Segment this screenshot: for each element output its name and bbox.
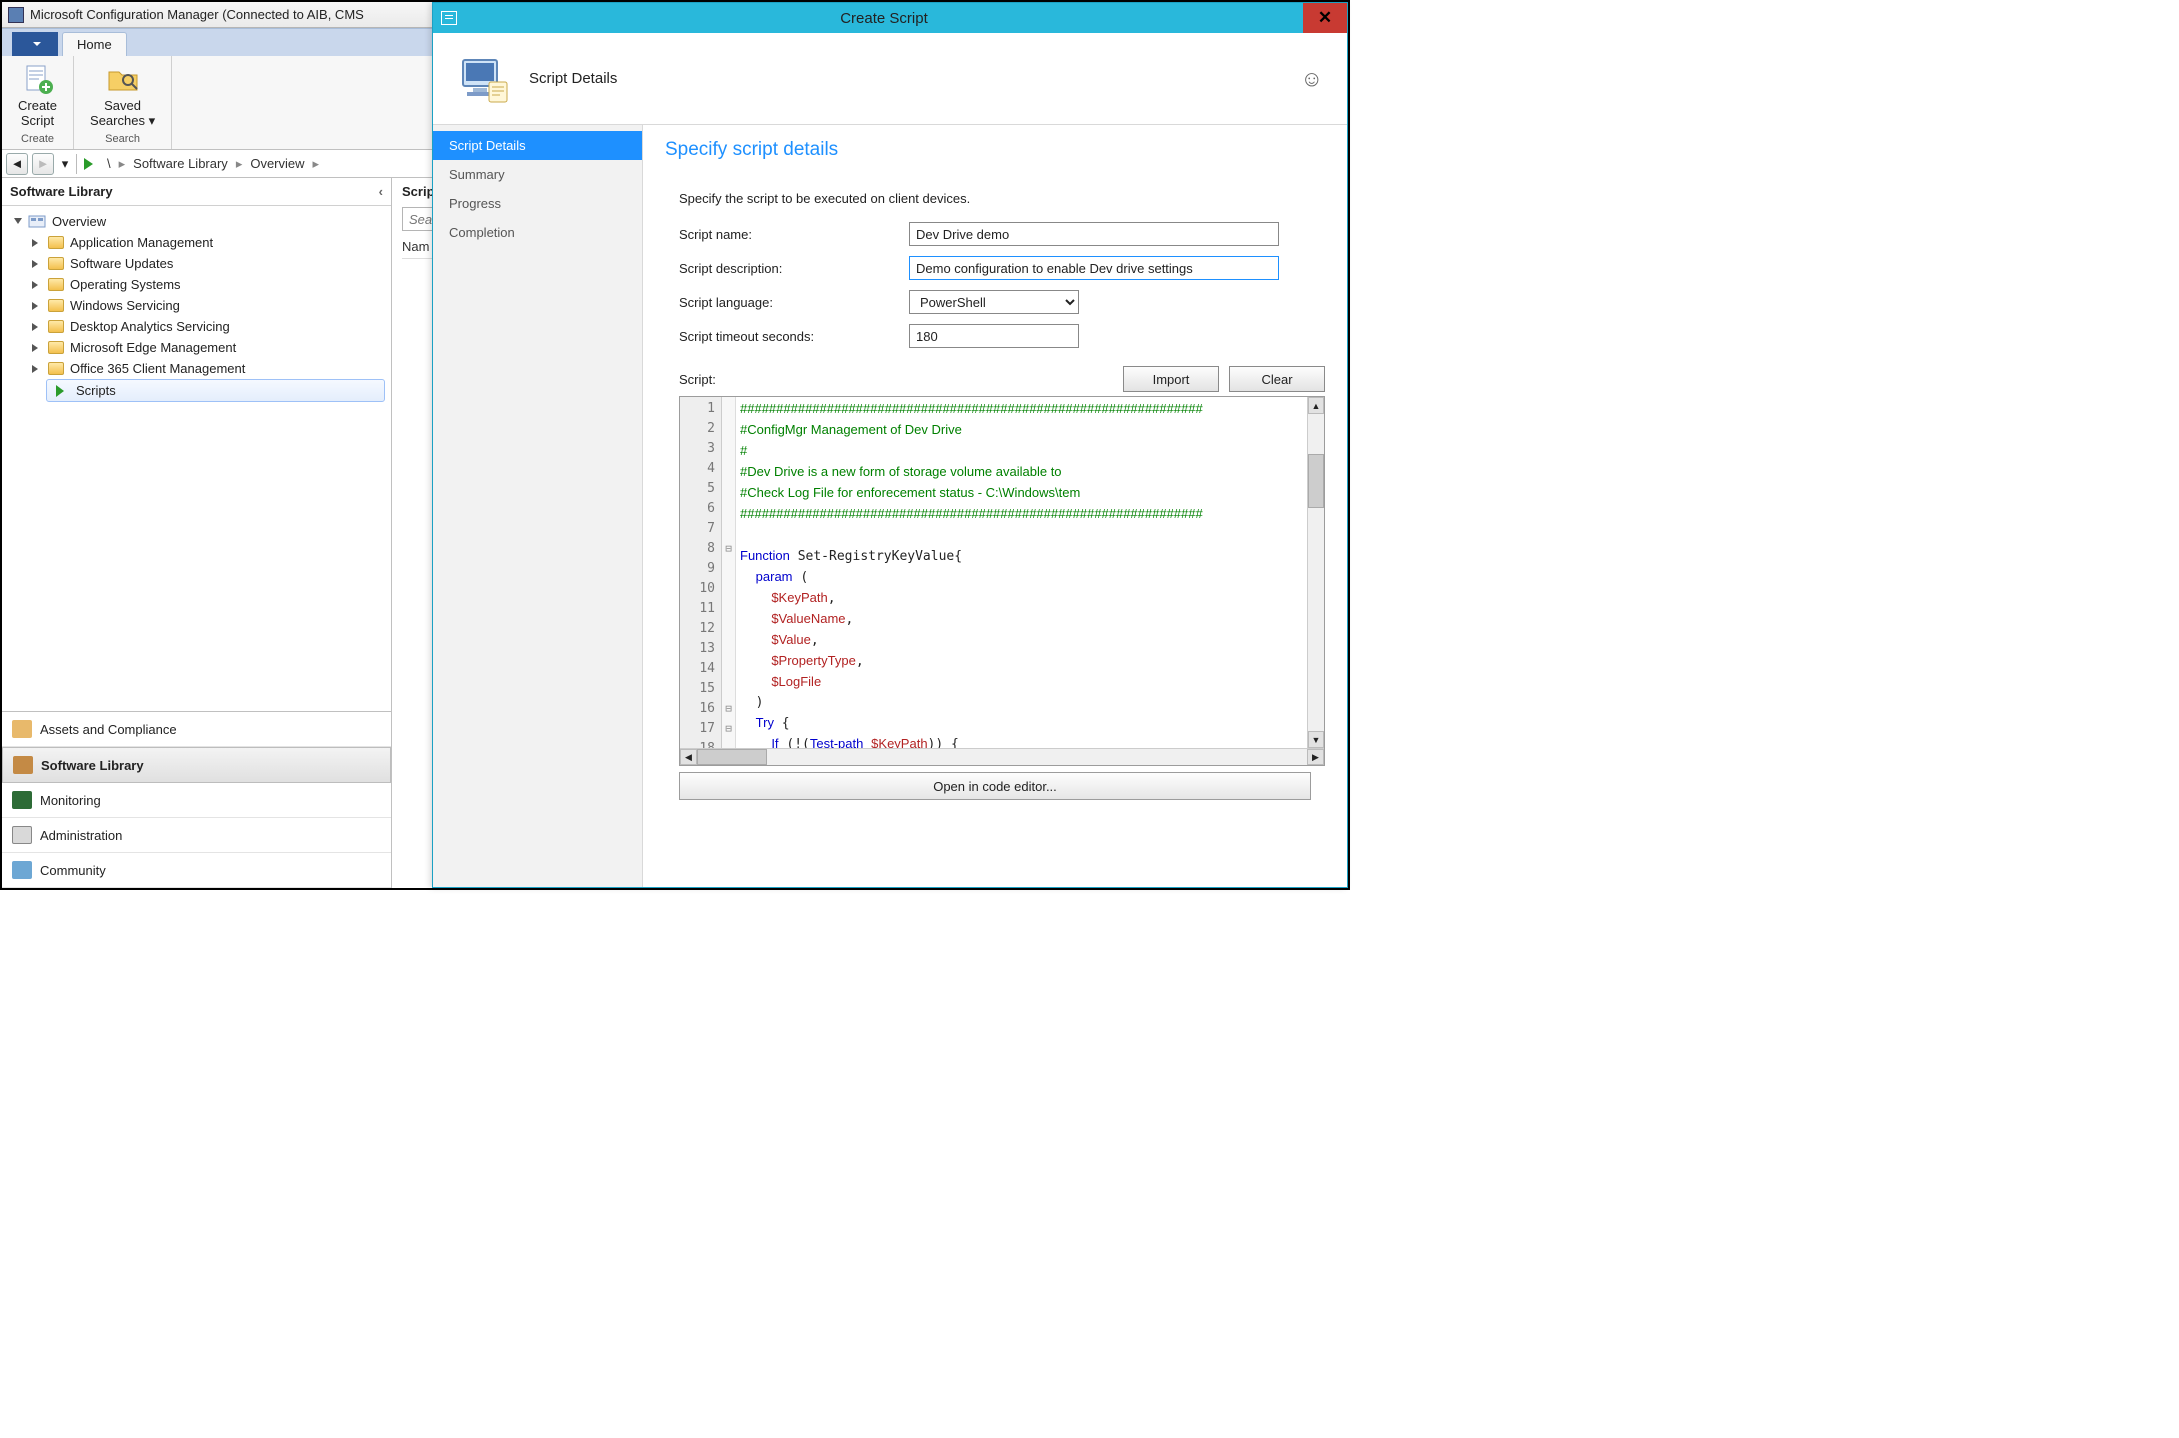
scroll-thumb[interactable]	[697, 749, 767, 765]
assets-icon	[12, 720, 32, 738]
nav-forward-button[interactable]: ►	[32, 153, 54, 175]
wizard-page: Specify script details Specify the scrip…	[643, 125, 1347, 887]
wizard-steps: Script Details Summary Progress Completi…	[433, 125, 643, 887]
create-script-button[interactable]: Create Script	[12, 60, 63, 130]
tree-header: Software Library‹	[2, 178, 391, 206]
script-timeout-input[interactable]	[909, 324, 1079, 348]
tree-application-management[interactable]: Application Management	[2, 232, 391, 253]
editor-gutter: 123456789101112131415161718	[680, 397, 722, 748]
ws-software-library[interactable]: Software Library	[2, 747, 391, 783]
tree-overview[interactable]: Overview	[2, 210, 391, 232]
page-note: Specify the script to be executed on cli…	[679, 191, 1325, 206]
computer-script-icon	[457, 52, 511, 106]
ribbon-group-search: Search	[105, 133, 140, 145]
step-completion[interactable]: Completion	[433, 218, 642, 247]
editor-code[interactable]: ########################################…	[736, 397, 1307, 748]
close-button[interactable]: ✕	[1303, 3, 1347, 33]
nav-tree[interactable]: Overview Application Management Software…	[2, 206, 391, 711]
script-editor[interactable]: 123456789101112131415161718 ⊟⊟⊟ ########…	[679, 396, 1325, 766]
collapse-pane-icon[interactable]: ‹	[379, 184, 383, 199]
ws-administration[interactable]: Administration	[2, 818, 391, 853]
scroll-up-icon[interactable]: ▲	[1308, 397, 1324, 414]
script-name-input[interactable]	[909, 222, 1279, 246]
nav-back-button[interactable]: ◄	[6, 153, 28, 175]
tree-windows-servicing[interactable]: Windows Servicing	[2, 295, 391, 316]
crumb-root[interactable]: \	[103, 156, 115, 171]
crumb-overview[interactable]: Overview	[246, 156, 308, 171]
folder-icon	[48, 278, 64, 291]
feedback-icon[interactable]: ☺	[1301, 66, 1323, 92]
scripts-glyph-icon	[56, 385, 70, 397]
library-icon	[13, 756, 33, 774]
tree-software-updates[interactable]: Software Updates	[2, 253, 391, 274]
label-script: Script:	[679, 372, 716, 387]
script-new-icon	[21, 62, 55, 96]
nav-history-button[interactable]: ▾	[58, 153, 72, 175]
scroll-down-icon[interactable]: ▼	[1308, 731, 1324, 748]
page-title: Specify script details	[665, 139, 1325, 161]
ws-monitoring[interactable]: Monitoring	[2, 783, 391, 818]
tree-desktop-analytics[interactable]: Desktop Analytics Servicing	[2, 316, 391, 337]
overview-icon	[28, 213, 46, 229]
editor-fold-column[interactable]: ⊟⊟⊟	[722, 397, 736, 748]
tree-operating-systems[interactable]: Operating Systems	[2, 274, 391, 295]
dialog-title: Create Script	[465, 10, 1303, 27]
scroll-left-icon[interactable]: ◀	[680, 749, 697, 765]
editor-vscrollbar[interactable]: ▲ ▼	[1307, 397, 1324, 748]
tree-edge-management[interactable]: Microsoft Edge Management	[2, 337, 391, 358]
scroll-thumb[interactable]	[1308, 454, 1324, 508]
folder-icon	[48, 362, 64, 375]
tree-scripts[interactable]: Scripts	[46, 379, 385, 402]
workspace-switcher: Assets and Compliance Software Library M…	[2, 711, 391, 888]
dialog-header-text: Script Details	[529, 70, 617, 87]
label-script-timeout: Script timeout seconds:	[679, 329, 909, 344]
editor-hscrollbar[interactable]: ◀ ▶	[680, 748, 1324, 765]
import-button[interactable]: Import	[1123, 366, 1219, 392]
ws-community[interactable]: Community	[2, 853, 391, 888]
community-icon	[12, 861, 32, 879]
app-title: Microsoft Configuration Manager (Connect…	[30, 7, 364, 22]
open-code-editor-button[interactable]: Open in code editor...	[679, 772, 1311, 800]
scripts-glyph-icon	[84, 158, 99, 170]
step-summary[interactable]: Summary	[433, 160, 642, 189]
script-description-input[interactable]	[909, 256, 1279, 280]
app-icon	[8, 7, 24, 23]
folder-search-icon	[106, 62, 140, 96]
system-menu-icon[interactable]	[441, 11, 457, 25]
folder-icon	[48, 341, 64, 354]
dialog-header: Script Details ☺	[433, 33, 1347, 125]
ws-assets-compliance[interactable]: Assets and Compliance	[2, 712, 391, 747]
folder-icon	[48, 257, 64, 270]
scroll-right-icon[interactable]: ▶	[1307, 749, 1324, 765]
crumb-software-library[interactable]: Software Library	[129, 156, 232, 171]
file-menu-button[interactable]	[12, 32, 58, 56]
label-script-description: Script description:	[679, 261, 909, 276]
saved-searches-button[interactable]: Saved Searches ▾	[84, 60, 161, 131]
step-script-details[interactable]: Script Details	[433, 131, 642, 160]
clear-button[interactable]: Clear	[1229, 366, 1325, 392]
label-script-language: Script language:	[679, 295, 909, 310]
monitoring-icon	[12, 791, 32, 809]
label-script-name: Script name:	[679, 227, 909, 242]
step-progress[interactable]: Progress	[433, 189, 642, 218]
folder-icon	[48, 320, 64, 333]
dialog-titlebar[interactable]: Create Script ✕	[433, 3, 1347, 33]
admin-icon	[12, 826, 32, 844]
folder-icon	[48, 236, 64, 249]
tab-home[interactable]: Home	[62, 32, 127, 56]
create-script-dialog: Create Script ✕ Script Details ☺ Script …	[432, 2, 1348, 888]
folder-icon	[48, 299, 64, 312]
script-language-select[interactable]: PowerShell	[909, 290, 1079, 314]
tree-office365-management[interactable]: Office 365 Client Management	[2, 358, 391, 379]
ribbon-group-create: Create	[21, 133, 54, 145]
